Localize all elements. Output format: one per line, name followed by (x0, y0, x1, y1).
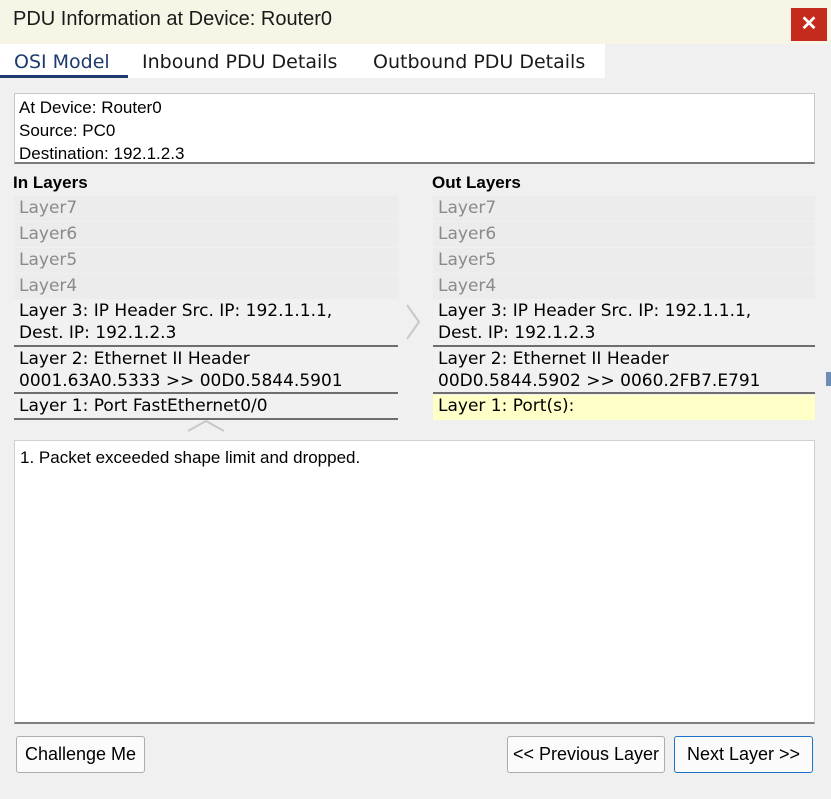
out-layer-7[interactable]: Layer7 (433, 196, 815, 221)
out-layer-3-line-2: Dest. IP: 192.1.2.3 (438, 323, 596, 343)
tab-outbound-pdu-details[interactable]: Outbound PDU Details (360, 44, 605, 78)
tab-inbound-pdu-details[interactable]: Inbound PDU Details (128, 44, 360, 78)
out-layer-2-line-2: 00D0.5844.5902 >> 0060.2FB7.E791 (438, 371, 761, 391)
out-layer-2-line-1: Layer 2: Ethernet II Header (438, 349, 669, 369)
window-edge-mark (826, 372, 831, 386)
device-info-panel: At Device: Router0 Source: PC0 Destinati… (14, 93, 815, 164)
previous-layer-button[interactable]: << Previous Layer (507, 736, 665, 773)
close-icon: ✕ (800, 13, 818, 35)
tab-strip: OSI Model Inbound PDU Details Outbound P… (0, 44, 831, 79)
in-layer-2-line-1: Layer 2: Ethernet II Header (19, 349, 250, 369)
out-layer-4[interactable]: Layer4 (433, 274, 815, 299)
in-layers-header: In Layers (13, 173, 88, 192)
out-layers-header: Out Layers (432, 173, 521, 192)
in-layer-6[interactable]: Layer6 (14, 222, 398, 247)
out-layer-6[interactable]: Layer6 (433, 222, 815, 247)
in-layer-1[interactable]: Layer 1: Port FastEthernet0/0 (14, 395, 398, 420)
up-arrow-icon (187, 419, 225, 432)
details-line-1: 1. Packet exceeded shape limit and dropp… (20, 448, 361, 467)
out-layer-3[interactable]: Layer 3: IP Header Src. IP: 192.1.1.1, D… (433, 300, 815, 347)
tab-osi-model[interactable]: OSI Model (0, 44, 128, 78)
layer-details-panel: 1. Packet exceeded shape limit and dropp… (14, 440, 815, 724)
source-label: Source: PC0 (19, 121, 116, 140)
in-layer-7[interactable]: Layer7 (14, 196, 398, 221)
in-layer-3-line-1: Layer 3: IP Header Src. IP: 192.1.1.1, (19, 301, 333, 321)
challenge-me-button[interactable]: Challenge Me (16, 736, 145, 773)
window-title: PDU Information at Device: Router0 (13, 8, 333, 30)
at-device-label: At Device: Router0 (19, 98, 162, 117)
out-layer-1[interactable]: Layer 1: Port(s): (433, 395, 815, 420)
in-layer-5[interactable]: Layer5 (14, 248, 398, 273)
out-layer-2[interactable]: Layer 2: Ethernet II Header 00D0.5844.59… (433, 348, 815, 394)
in-layer-4[interactable]: Layer4 (14, 274, 398, 299)
right-arrow-icon (406, 304, 421, 340)
in-layer-2[interactable]: Layer 2: Ethernet II Header 0001.63A0.53… (14, 348, 398, 394)
out-layer-5[interactable]: Layer5 (433, 248, 815, 273)
next-layer-button[interactable]: Next Layer >> (674, 736, 813, 773)
title-bar: PDU Information at Device: Router0 ✕ (0, 0, 831, 44)
out-layer-3-line-1: Layer 3: IP Header Src. IP: 192.1.1.1, (438, 301, 752, 321)
destination-label: Destination: 192.1.2.3 (19, 144, 185, 163)
in-layer-3-line-2: Dest. IP: 192.1.2.3 (19, 323, 177, 343)
in-layer-3[interactable]: Layer 3: IP Header Src. IP: 192.1.1.1, D… (14, 300, 398, 347)
close-button[interactable]: ✕ (791, 8, 827, 41)
in-layer-2-line-2: 0001.63A0.5333 >> 00D0.5844.5901 (19, 371, 343, 391)
